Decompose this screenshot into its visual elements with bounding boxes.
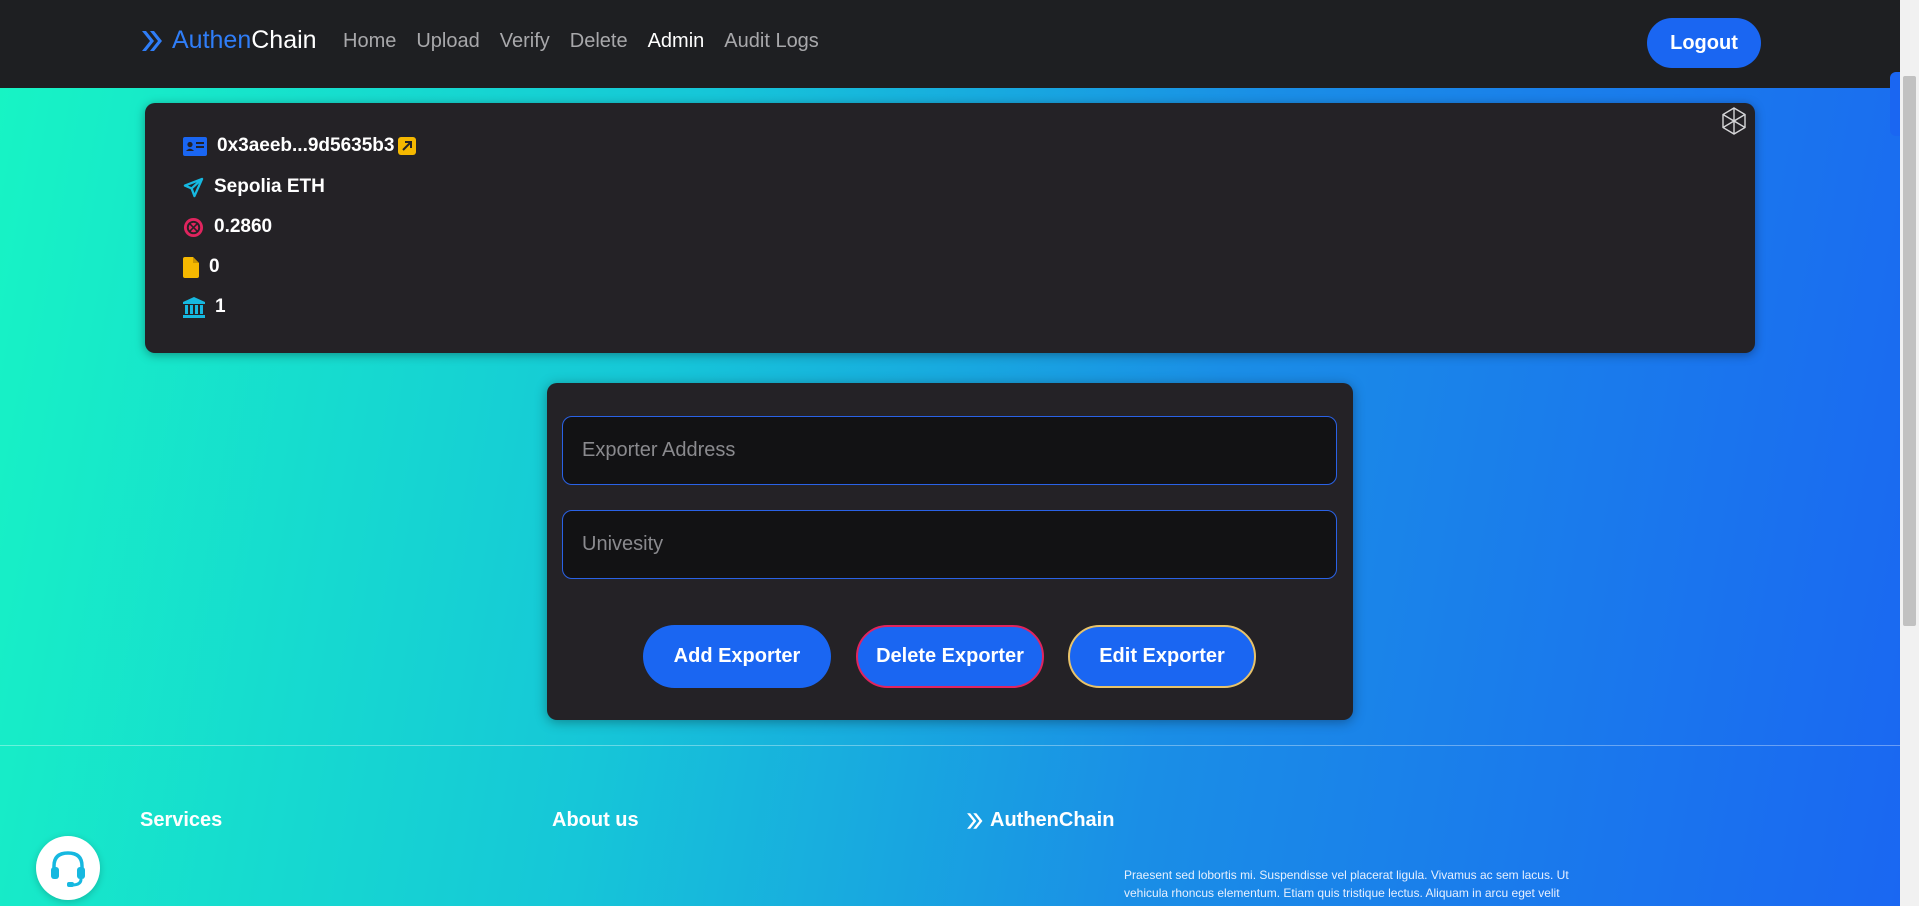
send-icon — [183, 177, 204, 197]
nav-home[interactable]: Home — [343, 30, 396, 53]
wallet-info-card: 0x3aeeb...9d5635b3 Sepolia ETH 0.2860 0 — [145, 103, 1755, 353]
network-name: Sepolia ETH — [214, 176, 325, 197]
exporter-address-input[interactable] — [562, 416, 1337, 485]
footer-about-heading: About us — [552, 809, 639, 831]
nav-upload[interactable]: Upload — [416, 30, 479, 53]
nav-verify[interactable]: Verify — [500, 30, 550, 53]
side-tab[interactable] — [1890, 72, 1900, 136]
balance-value: 0.2860 — [214, 216, 273, 237]
ethereum-icon — [1722, 107, 1746, 135]
external-link-icon[interactable] — [398, 137, 417, 155]
footer-divider — [0, 745, 1900, 746]
balance-row: 0.2860 — [183, 216, 272, 238]
wallet-address: 0x3aeeb...9d5635b3 — [217, 135, 395, 156]
support-chat-button[interactable] — [36, 836, 100, 900]
documents-count: 0 — [209, 256, 220, 277]
file-icon — [183, 256, 199, 278]
brand-name-part1: Authen — [172, 26, 252, 54]
id-card-icon — [183, 136, 207, 156]
coin-icon — [183, 217, 204, 237]
chain-logo-icon — [967, 812, 983, 829]
footer-brand[interactable]: AuthenChain — [964, 809, 1114, 832]
footer-brand-name: AuthenChain — [990, 809, 1115, 831]
bank-icon — [183, 296, 205, 318]
institutions-row: 1 — [183, 296, 226, 318]
footer-services-heading: Services — [140, 809, 223, 831]
nav-links: Home Upload Verify Delete Admin Audit Lo… — [343, 30, 819, 53]
documents-row: 0 — [183, 256, 220, 278]
footer-description: Praesent sed lobortis mi. Suspendisse ve… — [1124, 868, 1569, 900]
institutions-count: 1 — [215, 296, 226, 317]
chain-logo-icon — [142, 30, 162, 51]
edit-exporter-button[interactable]: Edit Exporter — [1068, 625, 1256, 688]
exporter-form-card: Add Exporter Delete Exporter Edit Export… — [547, 383, 1353, 720]
nav-admin[interactable]: Admin — [648, 30, 705, 53]
network-row: Sepolia ETH — [183, 176, 325, 198]
add-exporter-button[interactable]: Add Exporter — [643, 625, 831, 688]
brand-name-part2: Chain — [251, 26, 317, 54]
headset-icon — [51, 851, 85, 887]
wallet-address-row: 0x3aeeb...9d5635b3 — [183, 135, 417, 157]
scrollbar-thumb[interactable] — [1903, 76, 1916, 626]
brand-logo[interactable]: Authen Chain — [138, 26, 317, 55]
logout-button[interactable]: Logout — [1647, 18, 1761, 68]
navbar: Authen Chain Home Upload Verify Delete Ad… — [0, 0, 1900, 88]
delete-exporter-button[interactable]: Delete Exporter — [856, 625, 1044, 688]
university-input[interactable] — [562, 510, 1337, 579]
nav-audit-logs[interactable]: Audit Logs — [724, 30, 819, 53]
nav-delete[interactable]: Delete — [570, 30, 628, 53]
